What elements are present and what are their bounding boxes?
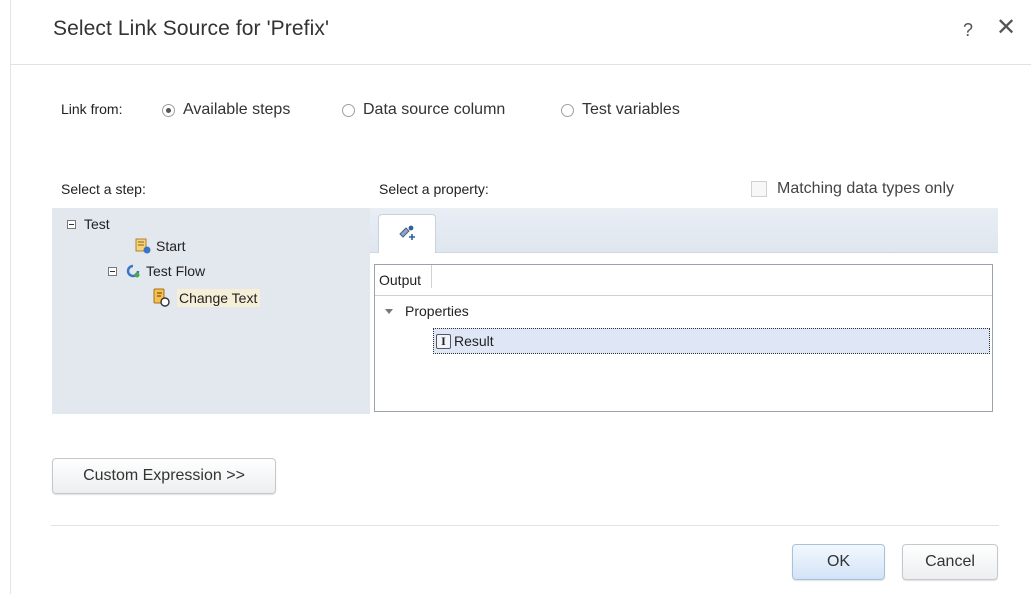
cancel-button[interactable]: Cancel bbox=[902, 544, 998, 580]
footer-divider bbox=[51, 525, 999, 526]
grid-header: Output bbox=[375, 265, 992, 296]
tree-item-label: Change Text bbox=[177, 289, 261, 307]
radio-test-variables[interactable]: Test variables bbox=[561, 100, 680, 120]
expand-arrow-icon[interactable] bbox=[385, 308, 393, 314]
select-property-label: Select a property: bbox=[379, 181, 489, 197]
property-label: Result bbox=[454, 333, 494, 349]
tree-item-test-flow[interactable]: Test Flow bbox=[108, 263, 205, 279]
test-flow-icon bbox=[125, 263, 141, 279]
property-panel: Output Properties I Result bbox=[370, 208, 998, 414]
collapse-toggle-icon[interactable] bbox=[108, 266, 117, 276]
help-icon[interactable]: ? bbox=[963, 20, 973, 41]
checkbox-box[interactable] bbox=[751, 181, 767, 197]
start-step-icon bbox=[135, 238, 151, 254]
column-header-output[interactable]: Output bbox=[379, 265, 433, 288]
tab-output-properties[interactable] bbox=[378, 214, 436, 253]
tree-item-start[interactable]: Start bbox=[135, 238, 186, 254]
close-icon[interactable]: ✕ bbox=[996, 16, 1016, 40]
radio-available-steps[interactable]: Available steps bbox=[162, 100, 290, 120]
tree-item-label: Test bbox=[84, 216, 110, 232]
ok-button[interactable]: OK bbox=[792, 544, 885, 580]
tree-item-label: Start bbox=[156, 238, 186, 254]
radio-available-steps-label: Available steps bbox=[183, 101, 291, 118]
title-bar: Select Link Source for 'Prefix' ? ✕ bbox=[11, 0, 1031, 65]
tree-item-label: Test Flow bbox=[146, 263, 206, 279]
group-label: Properties bbox=[405, 303, 469, 319]
step-tree: Test Start Test Flow Change Text bbox=[52, 208, 370, 414]
collapse-toggle-icon[interactable] bbox=[67, 219, 76, 229]
select-step-label: Select a step: bbox=[61, 181, 146, 197]
text-type-icon: I bbox=[436, 333, 451, 349]
tree-item-change-text[interactable]: Change Text bbox=[152, 288, 261, 308]
matching-data-types-checkbox[interactable]: Matching data types only bbox=[751, 180, 954, 198]
matching-data-types-label: Matching data types only bbox=[777, 180, 954, 197]
tree-group-properties[interactable]: Properties bbox=[385, 303, 469, 319]
radio-data-source-column-label: Data source column bbox=[363, 101, 506, 118]
change-text-step-icon bbox=[152, 288, 172, 308]
radio-test-variables-label: Test variables bbox=[582, 101, 680, 118]
property-grid: Output Properties I Result bbox=[374, 264, 993, 412]
dialog-title: Select Link Source for 'Prefix' bbox=[53, 17, 330, 40]
link-from-label: Link from: bbox=[61, 101, 123, 117]
radio-data-source-column[interactable]: Data source column bbox=[342, 100, 505, 120]
radio-selected-icon bbox=[162, 103, 175, 117]
tree-item-test[interactable]: Test bbox=[67, 216, 110, 232]
custom-expression-button[interactable]: Custom Expression >> bbox=[52, 458, 276, 494]
select-link-source-dialog: Select Link Source for 'Prefix' ? ✕ Link… bbox=[10, 0, 1031, 594]
property-tab-strip bbox=[370, 208, 998, 253]
output-properties-icon bbox=[397, 224, 417, 247]
radio-unselected-icon bbox=[561, 103, 574, 117]
radio-unselected-icon bbox=[342, 103, 355, 117]
property-row-result[interactable]: I Result bbox=[433, 328, 990, 354]
